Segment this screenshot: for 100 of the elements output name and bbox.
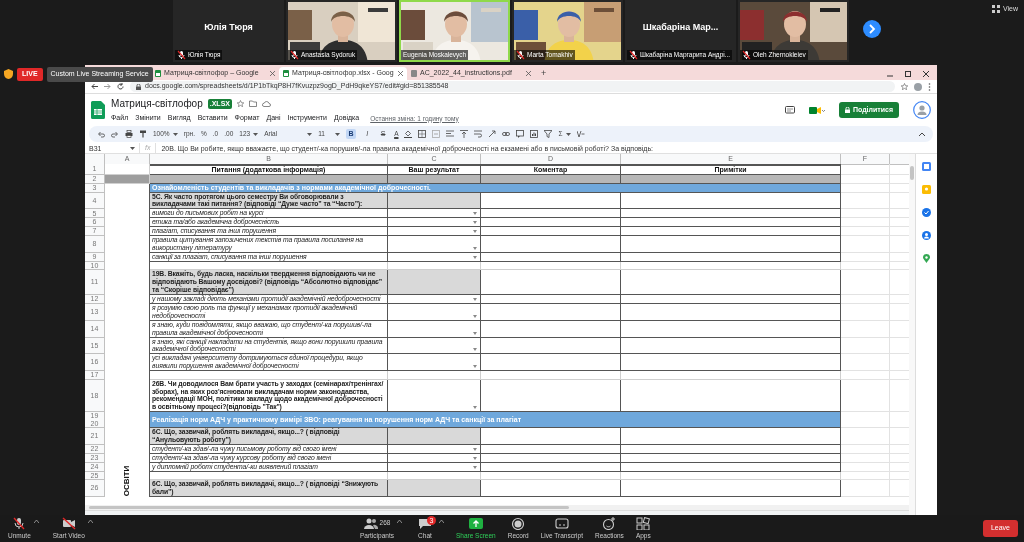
close-icon[interactable] <box>398 71 403 76</box>
table-cell <box>841 445 890 454</box>
caret-icon <box>473 212 477 216</box>
reload-icon[interactable] <box>117 83 124 90</box>
answer-dropdown[interactable] <box>388 379 481 413</box>
caret-icon[interactable] <box>438 520 444 524</box>
collapse-icon[interactable] <box>919 132 925 136</box>
participant-name: Юлія Тюря <box>204 21 253 35</box>
table-cell <box>841 183 890 193</box>
contacts-icon[interactable] <box>922 231 931 240</box>
back-icon[interactable] <box>91 83 98 90</box>
paint-format-icon[interactable] <box>139 130 147 138</box>
print-icon[interactable] <box>125 130 133 138</box>
share-screen-icon <box>468 516 483 530</box>
video-call-icon[interactable] <box>808 105 825 115</box>
scrollbar-thumb[interactable] <box>89 506 569 509</box>
answer-dropdown[interactable] <box>388 453 481 463</box>
caret-icon[interactable] <box>33 520 39 524</box>
caret-icon <box>473 297 477 301</box>
horizontal-scrollbar[interactable] <box>85 505 909 510</box>
borders-icon[interactable] <box>418 130 427 138</box>
table-cell <box>841 428 890 446</box>
profile-icon[interactable] <box>914 82 922 91</box>
table-cell <box>841 261 890 271</box>
chart-icon[interactable] <box>530 130 539 138</box>
caret-icon <box>473 221 477 225</box>
caret-icon <box>473 406 477 410</box>
answer-dropdown[interactable] <box>388 252 481 262</box>
answer-dropdown[interactable] <box>388 209 481 219</box>
close-icon[interactable] <box>526 71 531 76</box>
rotate-text-icon[interactable] <box>488 130 497 138</box>
table-cell <box>841 303 890 321</box>
vertical-scrollbar[interactable] <box>909 154 915 515</box>
answer-dropdown[interactable] <box>388 445 481 454</box>
sheets-logo-icon[interactable] <box>91 101 105 119</box>
muted-mic-icon <box>12 516 27 530</box>
maximize-icon[interactable] <box>905 70 911 77</box>
scrollbar-thumb[interactable] <box>910 166 914 180</box>
table-cell <box>841 462 890 472</box>
sheet-icon <box>283 70 289 77</box>
vertical-align-icon[interactable] <box>460 130 469 138</box>
forward-icon[interactable] <box>104 83 111 90</box>
answer-dropdown[interactable] <box>388 227 481 237</box>
redo-icon[interactable] <box>111 130 119 138</box>
close-icon[interactable] <box>923 70 929 77</box>
calendar-icon[interactable] <box>922 162 931 171</box>
comment-icon[interactable] <box>784 105 795 115</box>
merge-cells-icon[interactable] <box>432 130 441 138</box>
table-cell <box>841 252 890 262</box>
answer-dropdown[interactable] <box>388 294 481 304</box>
caret-icon <box>473 465 477 469</box>
star-icon[interactable] <box>237 100 244 108</box>
folder-icon[interactable] <box>249 100 257 108</box>
document-title[interactable]: Матриця-світлофор <box>111 96 203 112</box>
caret-icon <box>335 132 341 136</box>
menu-icon[interactable] <box>928 82 931 91</box>
document-icon <box>411 70 417 77</box>
wrap-icon[interactable] <box>474 130 483 138</box>
star-icon[interactable] <box>901 83 908 90</box>
answer-dropdown[interactable] <box>388 354 481 372</box>
apps-icon <box>636 516 651 530</box>
answer-dropdown[interactable] <box>388 236 481 253</box>
new-tab-button[interactable]: + <box>535 67 553 80</box>
table-cell <box>841 320 890 338</box>
table-cell <box>841 354 890 372</box>
people-icon <box>363 516 378 530</box>
answer-dropdown[interactable] <box>388 462 481 472</box>
filter-icon[interactable] <box>544 130 553 138</box>
answer-dropdown[interactable] <box>388 218 481 228</box>
tasks-icon[interactable] <box>922 208 931 217</box>
table-cell <box>841 209 890 219</box>
table-cell <box>841 236 890 253</box>
caret-icon <box>130 146 135 150</box>
caret-icon[interactable] <box>396 520 402 524</box>
caret-icon <box>473 314 477 318</box>
fill-color-icon[interactable] <box>404 130 413 138</box>
table-cell <box>841 337 890 355</box>
account-avatar-icon[interactable] <box>913 101 931 119</box>
captions-icon <box>554 516 569 530</box>
input-tools-icon[interactable] <box>576 130 585 138</box>
undo-icon[interactable] <box>97 130 105 138</box>
close-icon[interactable] <box>270 71 275 76</box>
grid-icon <box>991 5 1000 14</box>
record-icon <box>511 516 526 530</box>
caret-icon <box>473 331 477 335</box>
video-off-icon <box>61 516 76 530</box>
table-cell <box>841 471 890 481</box>
caret-icon[interactable] <box>87 520 93 524</box>
lock-icon <box>136 83 141 90</box>
table-cell <box>841 227 890 237</box>
comment-icon[interactable] <box>516 130 525 138</box>
map-pin-icon[interactable] <box>923 254 930 263</box>
table-cell <box>841 218 890 228</box>
next-page-icon[interactable] <box>863 20 881 38</box>
participant-name: Шкабаріна Мар... <box>642 21 719 35</box>
lock-icon <box>844 107 850 113</box>
align-icon[interactable] <box>446 130 455 138</box>
vertical-label: ОСВІТИ <box>121 465 133 497</box>
link-icon[interactable] <box>502 130 511 138</box>
caret-icon <box>473 230 477 234</box>
